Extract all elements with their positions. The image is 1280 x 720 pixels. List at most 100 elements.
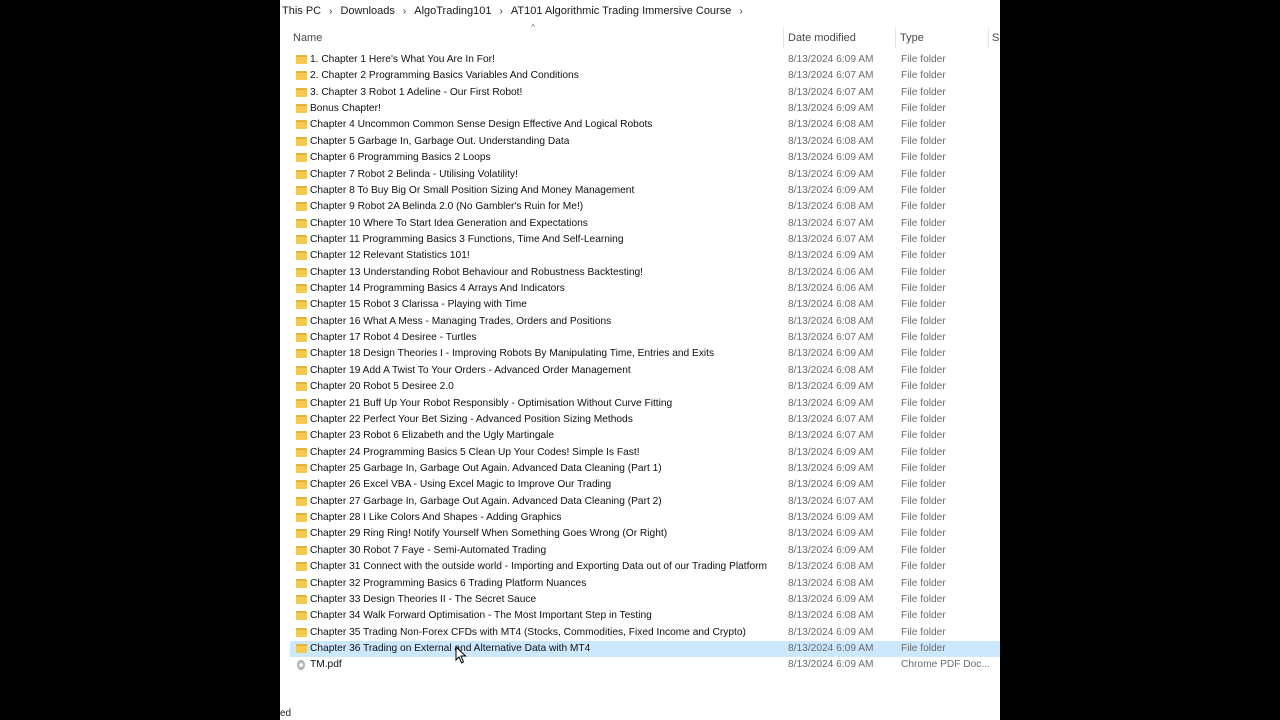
file-row[interactable]: Chapter 5 Garbage In, Garbage Out. Under… [290, 134, 1000, 150]
file-date-modified: 8/13/2024 6:09 AM [788, 397, 874, 409]
file-row[interactable]: Chapter 25 Garbage In, Garbage Out Again… [290, 461, 1000, 477]
breadcrumb-chevron-icon[interactable]: › [397, 6, 412, 17]
folder-icon [296, 496, 307, 506]
file-type: File folder [901, 479, 946, 491]
file-date-modified: 8/13/2024 6:08 AM [788, 135, 874, 147]
folder-icon [296, 316, 307, 326]
column-date-modified[interactable]: Date modified [788, 28, 893, 48]
breadcrumb-chevron-icon[interactable]: › [733, 6, 748, 17]
file-row[interactable]: Chapter 21 Buff Up Your Robot Responsibl… [290, 396, 1000, 412]
file-name: Chapter 21 Buff Up Your Robot Responsibl… [310, 397, 673, 409]
folder-icon [296, 594, 307, 604]
file-date-modified: 8/13/2024 6:09 AM [788, 659, 874, 671]
file-date-modified: 8/13/2024 6:07 AM [788, 430, 874, 442]
file-name: Chapter 27 Garbage In, Garbage Out Again… [310, 495, 662, 507]
file-name: Chapter 33 Design Theories II - The Secr… [310, 593, 537, 605]
file-row[interactable]: Chapter 35 Trading Non-Forex CFDs with M… [290, 625, 1000, 641]
file-type: File folder [901, 201, 946, 213]
file-date-modified: 8/13/2024 6:09 AM [788, 544, 874, 556]
file-row[interactable]: 3. Chapter 3 Robot 1 Adeline - Our First… [290, 85, 1000, 101]
file-date-modified: 8/13/2024 6:09 AM [788, 168, 874, 180]
folder-icon [296, 251, 307, 261]
file-date-modified: 8/13/2024 6:09 AM [788, 103, 874, 115]
file-row[interactable]: Chapter 20 Robot 5 Desiree 2.0 8/13/2024 … [290, 379, 1000, 395]
file-row[interactable]: Chapter 9 Robot 2A Belinda 2.0 (No Gambl… [290, 199, 1000, 215]
file-date-modified: 8/13/2024 6:08 AM [788, 610, 874, 622]
file-row[interactable]: Chapter 36 Trading on External and Alter… [290, 640, 1000, 658]
folder-icon [296, 578, 307, 588]
file-name: Chapter 24 Programming Basics 5 Clean Up… [310, 446, 640, 458]
file-name: Chapter 12 Relevant Statistics 101! [310, 250, 470, 262]
column-size[interactable]: Si [992, 28, 1000, 48]
file-row[interactable]: Chapter 6 Programming Basics 2 Loops 8/13… [290, 150, 1000, 166]
file-row[interactable]: Chapter 22 Perfect Your Bet Sizing - Adv… [290, 412, 1000, 428]
file-row[interactable]: Chapter 11 Programming Basics 3 Function… [290, 232, 1000, 248]
file-row[interactable]: 2. Chapter 2 Programming Basics Variable… [290, 68, 1000, 84]
file-row[interactable]: Chapter 17 Robot 4 Desiree - Turtles 8/13… [290, 330, 1000, 346]
file-date-modified: 8/13/2024 6:07 AM [788, 233, 874, 245]
column-name[interactable]: Name [293, 28, 783, 48]
file-row[interactable]: Chapter 12 Relevant Statistics 101! 8/13/… [290, 248, 1000, 264]
file-date-modified: 8/13/2024 6:09 AM [788, 152, 874, 164]
file-type: File folder [901, 364, 946, 376]
file-type: File folder [901, 233, 946, 245]
column-type[interactable]: Type [900, 28, 988, 48]
file-type: File folder [901, 397, 946, 409]
breadcrumb-item[interactable]: Downloads [338, 5, 396, 17]
file-date-modified: 8/13/2024 6:09 AM [788, 642, 874, 654]
file-row[interactable]: Chapter 26 Excel VBA - Using Excel Magic… [290, 477, 1000, 493]
folder-icon [296, 463, 307, 473]
breadcrumb-item[interactable]: This PC [280, 5, 323, 17]
file-row[interactable]: TM.pdf 8/13/2024 6:09 AM Chrome PDF Doc... [290, 657, 1000, 673]
file-type: File folder [901, 184, 946, 196]
file-date-modified: 8/13/2024 6:08 AM [788, 299, 874, 311]
column-divider[interactable] [895, 28, 896, 48]
folder-icon [296, 414, 307, 424]
file-name: Chapter 8 To Buy Big Or Small Position S… [310, 184, 635, 196]
file-name: 3. Chapter 3 Robot 1 Adeline - Our First… [310, 86, 523, 98]
file-type: File folder [901, 462, 946, 474]
file-type: File folder [901, 626, 946, 638]
file-row[interactable]: Chapter 7 Robot 2 Belinda - Utilising Vo… [290, 167, 1000, 183]
file-name: Chapter 19 Add A Twist To Your Orders - … [310, 364, 631, 376]
file-name: Chapter 32 Programming Basics 6 Trading … [310, 577, 587, 589]
file-row[interactable]: Chapter 16 What A Mess - Managing Trades… [290, 314, 1000, 330]
file-row[interactable]: 1. Chapter 1 Here's What You Are In For!… [290, 52, 1000, 68]
file-row[interactable]: Chapter 15 Robot 3 Clarissa - Playing wi… [290, 297, 1000, 313]
folder-icon [296, 234, 307, 244]
column-divider[interactable] [783, 28, 784, 48]
file-row[interactable]: Chapter 13 Understanding Robot Behaviour… [290, 265, 1000, 281]
file-row[interactable]: Chapter 24 Programming Basics 5 Clean Up… [290, 445, 1000, 461]
file-row[interactable]: Chapter 10 Where To Start Idea Generatio… [290, 216, 1000, 232]
folder-icon [296, 513, 307, 523]
file-row[interactable]: Chapter 30 Robot 7 Faye - Semi-Automated… [290, 543, 1000, 559]
breadcrumb-chevron-icon[interactable]: › [323, 6, 338, 17]
file-name: Chapter 30 Robot 7 Faye - Semi-Automated… [310, 544, 547, 556]
file-row[interactable]: Chapter 27 Garbage In, Garbage Out Again… [290, 494, 1000, 510]
file-row[interactable]: Chapter 14 Programming Basics 4 Arrays A… [290, 281, 1000, 297]
file-type: File folder [901, 610, 946, 622]
file-type: File folder [901, 348, 946, 360]
column-divider[interactable] [988, 28, 989, 48]
file-row[interactable]: Chapter 28 I Like Colors And Shapes - Ad… [290, 510, 1000, 526]
file-row[interactable]: Chapter 32 Programming Basics 6 Trading … [290, 576, 1000, 592]
file-row[interactable]: Chapter 29 Ring Ring! Notify Yourself Wh… [290, 526, 1000, 542]
file-name: Chapter 16 What A Mess - Managing Trades… [310, 315, 612, 327]
file-row[interactable]: Chapter 8 To Buy Big Or Small Position S… [290, 183, 1000, 199]
file-row[interactable]: Chapter 23 Robot 6 Elizabeth and the Ugl… [290, 428, 1000, 444]
file-row[interactable]: Bonus Chapter! 8/13/2024 6:09 AM File fold… [290, 101, 1000, 117]
file-row[interactable]: Chapter 31 Connect with the outside worl… [290, 559, 1000, 575]
breadcrumb-item[interactable]: AlgoTrading101 [412, 5, 493, 17]
file-row[interactable]: Chapter 18 Design Theories I - Improving… [290, 346, 1000, 362]
file-type: File folder [901, 561, 946, 573]
breadcrumb: This PC › Downloads › AlgoTrading101 › AT101 A… [280, 0, 1000, 22]
folder-icon [296, 382, 307, 392]
breadcrumb-item[interactable]: AT101 Algorithmic Trading Immersive Cour… [509, 5, 734, 17]
file-row[interactable]: Chapter 4 Uncommon Common Sense Design E… [290, 117, 1000, 133]
file-row[interactable]: Chapter 34 Walk Forward Optimisation - T… [290, 608, 1000, 624]
folder-icon [296, 169, 307, 179]
file-row[interactable]: Chapter 19 Add A Twist To Your Orders - … [290, 363, 1000, 379]
file-row[interactable]: Chapter 33 Design Theories II - The Secr… [290, 592, 1000, 608]
breadcrumb-chevron-icon[interactable]: › [494, 6, 509, 17]
file-date-modified: 8/13/2024 6:08 AM [788, 561, 874, 573]
